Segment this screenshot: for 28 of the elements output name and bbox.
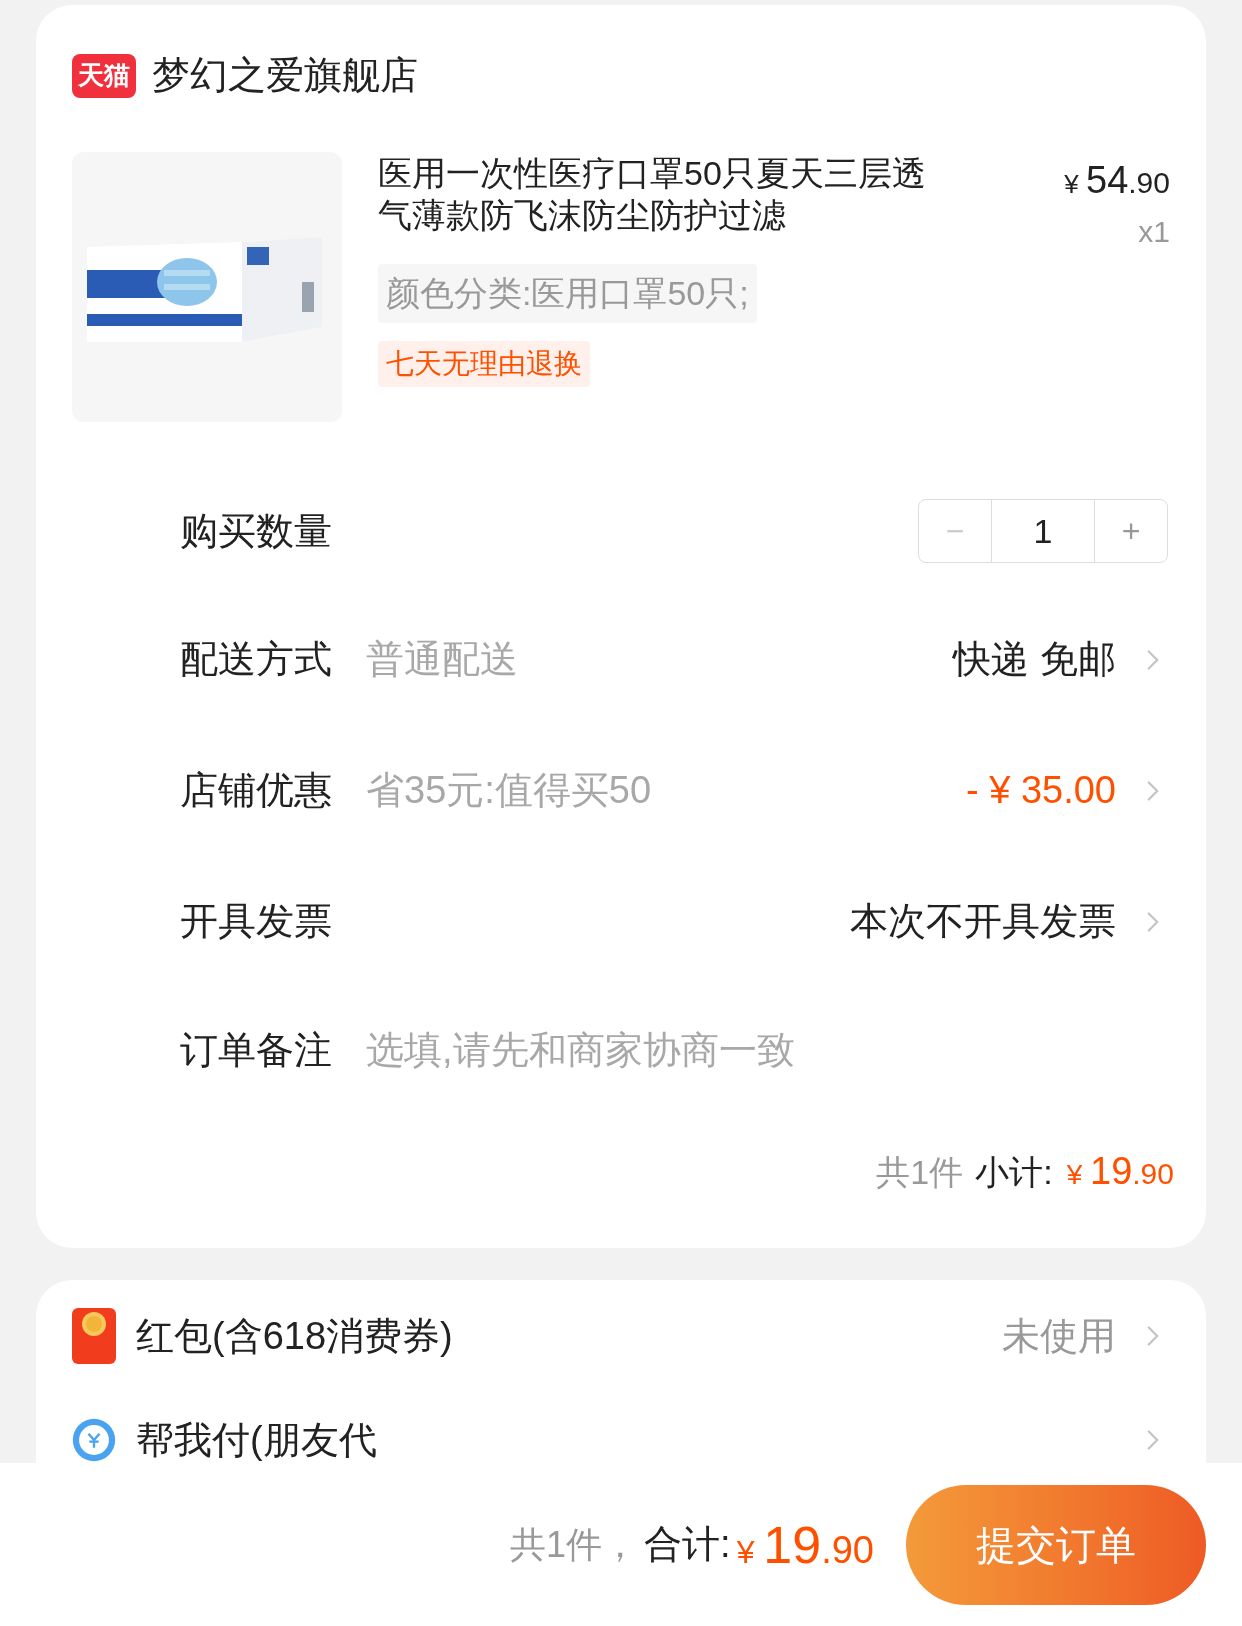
row-value[interactable]: 本次不开具发票 (850, 893, 1116, 950)
total-label: 合计: (644, 1522, 731, 1567)
total-count: 共1件， (510, 1522, 639, 1567)
total-price: ¥ 19.90 (736, 1514, 874, 1576)
row-label: 开具发票 (180, 899, 333, 944)
row-hint: 普通配送 (366, 637, 518, 682)
row-label: 店铺优惠 (180, 768, 333, 813)
subtotal-label: 小计: (975, 1152, 1053, 1193)
store-name[interactable]: 梦幻之爱旗舰店 (152, 47, 418, 104)
row-value[interactable]: 快递 免邮 (953, 631, 1116, 688)
store-badge: 天猫 (72, 53, 136, 98)
product-title[interactable]: 医用一次性医疗口罩50只夏天三层透气薄款防飞沫防尘防护过滤 (378, 152, 950, 236)
row-hint: 省35元:值得买50 (366, 768, 652, 813)
quantity-value[interactable]: 1 (991, 500, 1095, 562)
extra-label[interactable]: 帮我付(朋友代 (136, 1420, 377, 1460)
product-price: ¥ 54.90 (1064, 158, 1170, 203)
row-label: 购买数量 (180, 508, 333, 554)
note-field[interactable]: 选填,请先和商家协商一致 (366, 1021, 1170, 1079)
variant-label: 颜色分类:医用口罩50只; (378, 264, 757, 323)
row-label: 订单备注 (180, 1027, 333, 1073)
envelope-icon (72, 1308, 116, 1364)
extra-label[interactable]: 红包(含618消费券) (136, 1316, 453, 1356)
return-policy-tag: 七天无理由退换 (378, 341, 590, 387)
subtotal-price: ¥ 19.90 (1066, 1149, 1174, 1194)
subtotal-count: 共1件 (876, 1152, 964, 1193)
coin-icon (72, 1418, 116, 1462)
row-label: 配送方式 (180, 637, 333, 682)
product-quantity: x1 (1138, 214, 1170, 250)
